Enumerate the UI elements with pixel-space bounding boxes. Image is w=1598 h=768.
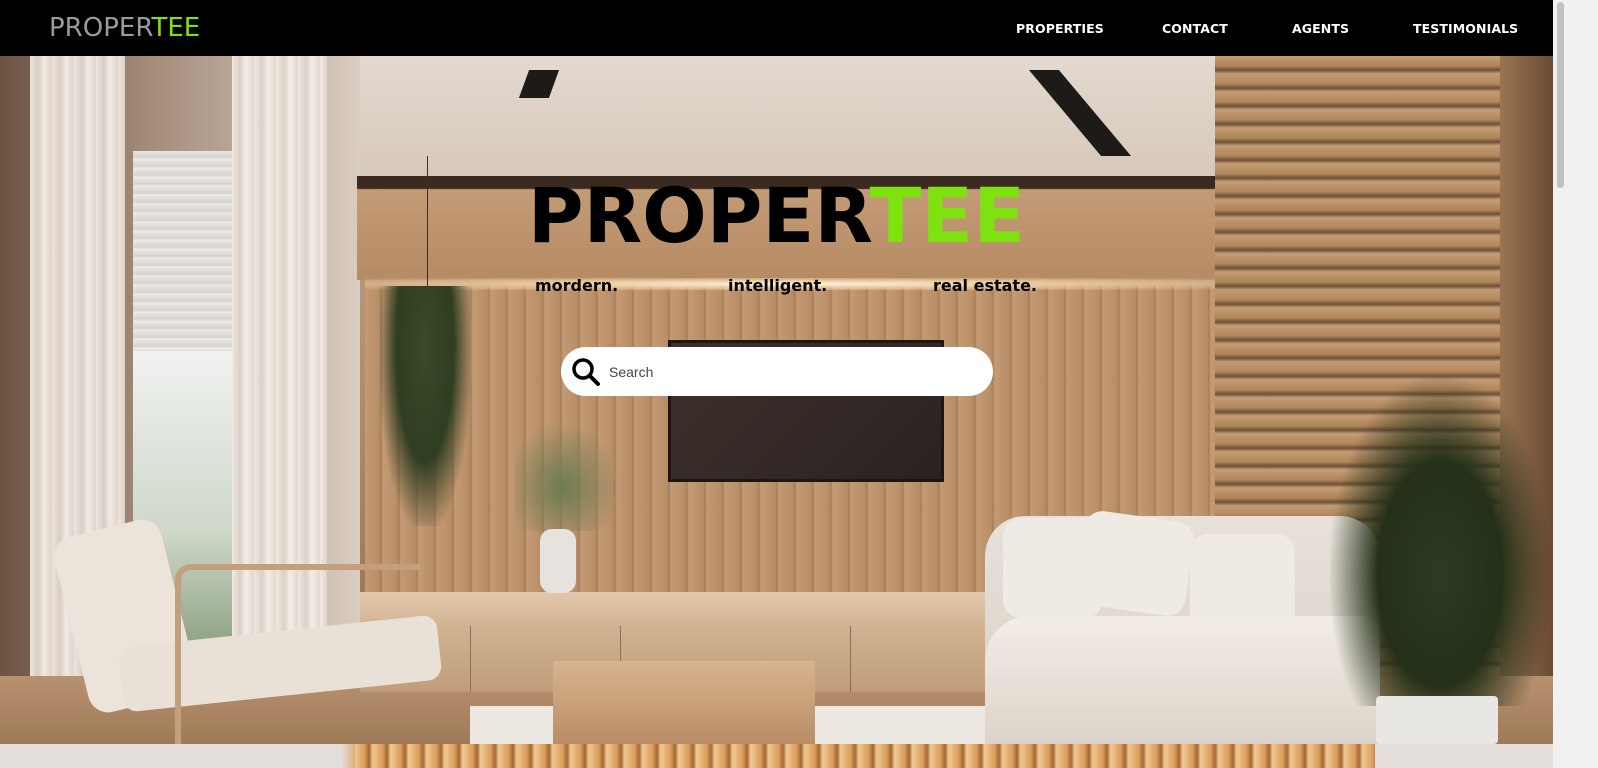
- tagline-intelligent: intelligent.: [728, 276, 828, 295]
- tagline-modern: mordern.: [535, 276, 619, 295]
- flower-arrangement: [515, 421, 620, 531]
- hero-section: [0, 56, 1553, 744]
- hero-title-part1: PROPER: [527, 171, 870, 260]
- next-section-preview: [0, 744, 1553, 768]
- nav-link-contact[interactable]: CONTACT: [1162, 21, 1228, 36]
- brand-logo-part1: PROPER: [49, 13, 152, 43]
- hero-title-part2: TEE: [869, 171, 1026, 260]
- hanging-plant: [380, 286, 470, 526]
- coffee-table: [553, 661, 815, 744]
- brand-logo-part2: TEE: [151, 13, 201, 43]
- nav-link-agents[interactable]: AGENTS: [1292, 21, 1349, 36]
- top-navbar: PROPERTEE PROPERTIES CONTACT AGENTS TEST…: [0, 0, 1553, 56]
- brand-logo[interactable]: PROPERTEE: [49, 12, 200, 44]
- search-box[interactable]: [561, 347, 993, 396]
- tagline-real-estate: real estate.: [933, 276, 1037, 295]
- potted-plant: [1330, 376, 1550, 706]
- search-input[interactable]: [609, 357, 969, 386]
- nav-link-testimonials[interactable]: TESTIMONIALS: [1413, 21, 1518, 36]
- nav-link-properties[interactable]: PROPERTIES: [1016, 21, 1104, 36]
- hero-title: PROPERTEE: [0, 168, 1553, 264]
- nav-links: PROPERTIES CONTACT AGENTS TESTIMONIALS: [953, 0, 1553, 56]
- plant-pot: [1376, 696, 1498, 744]
- vase: [540, 529, 576, 593]
- search-icon[interactable]: [570, 356, 602, 388]
- scrollbar-thumb[interactable]: [1557, 2, 1564, 188]
- pillow: [1073, 508, 1197, 619]
